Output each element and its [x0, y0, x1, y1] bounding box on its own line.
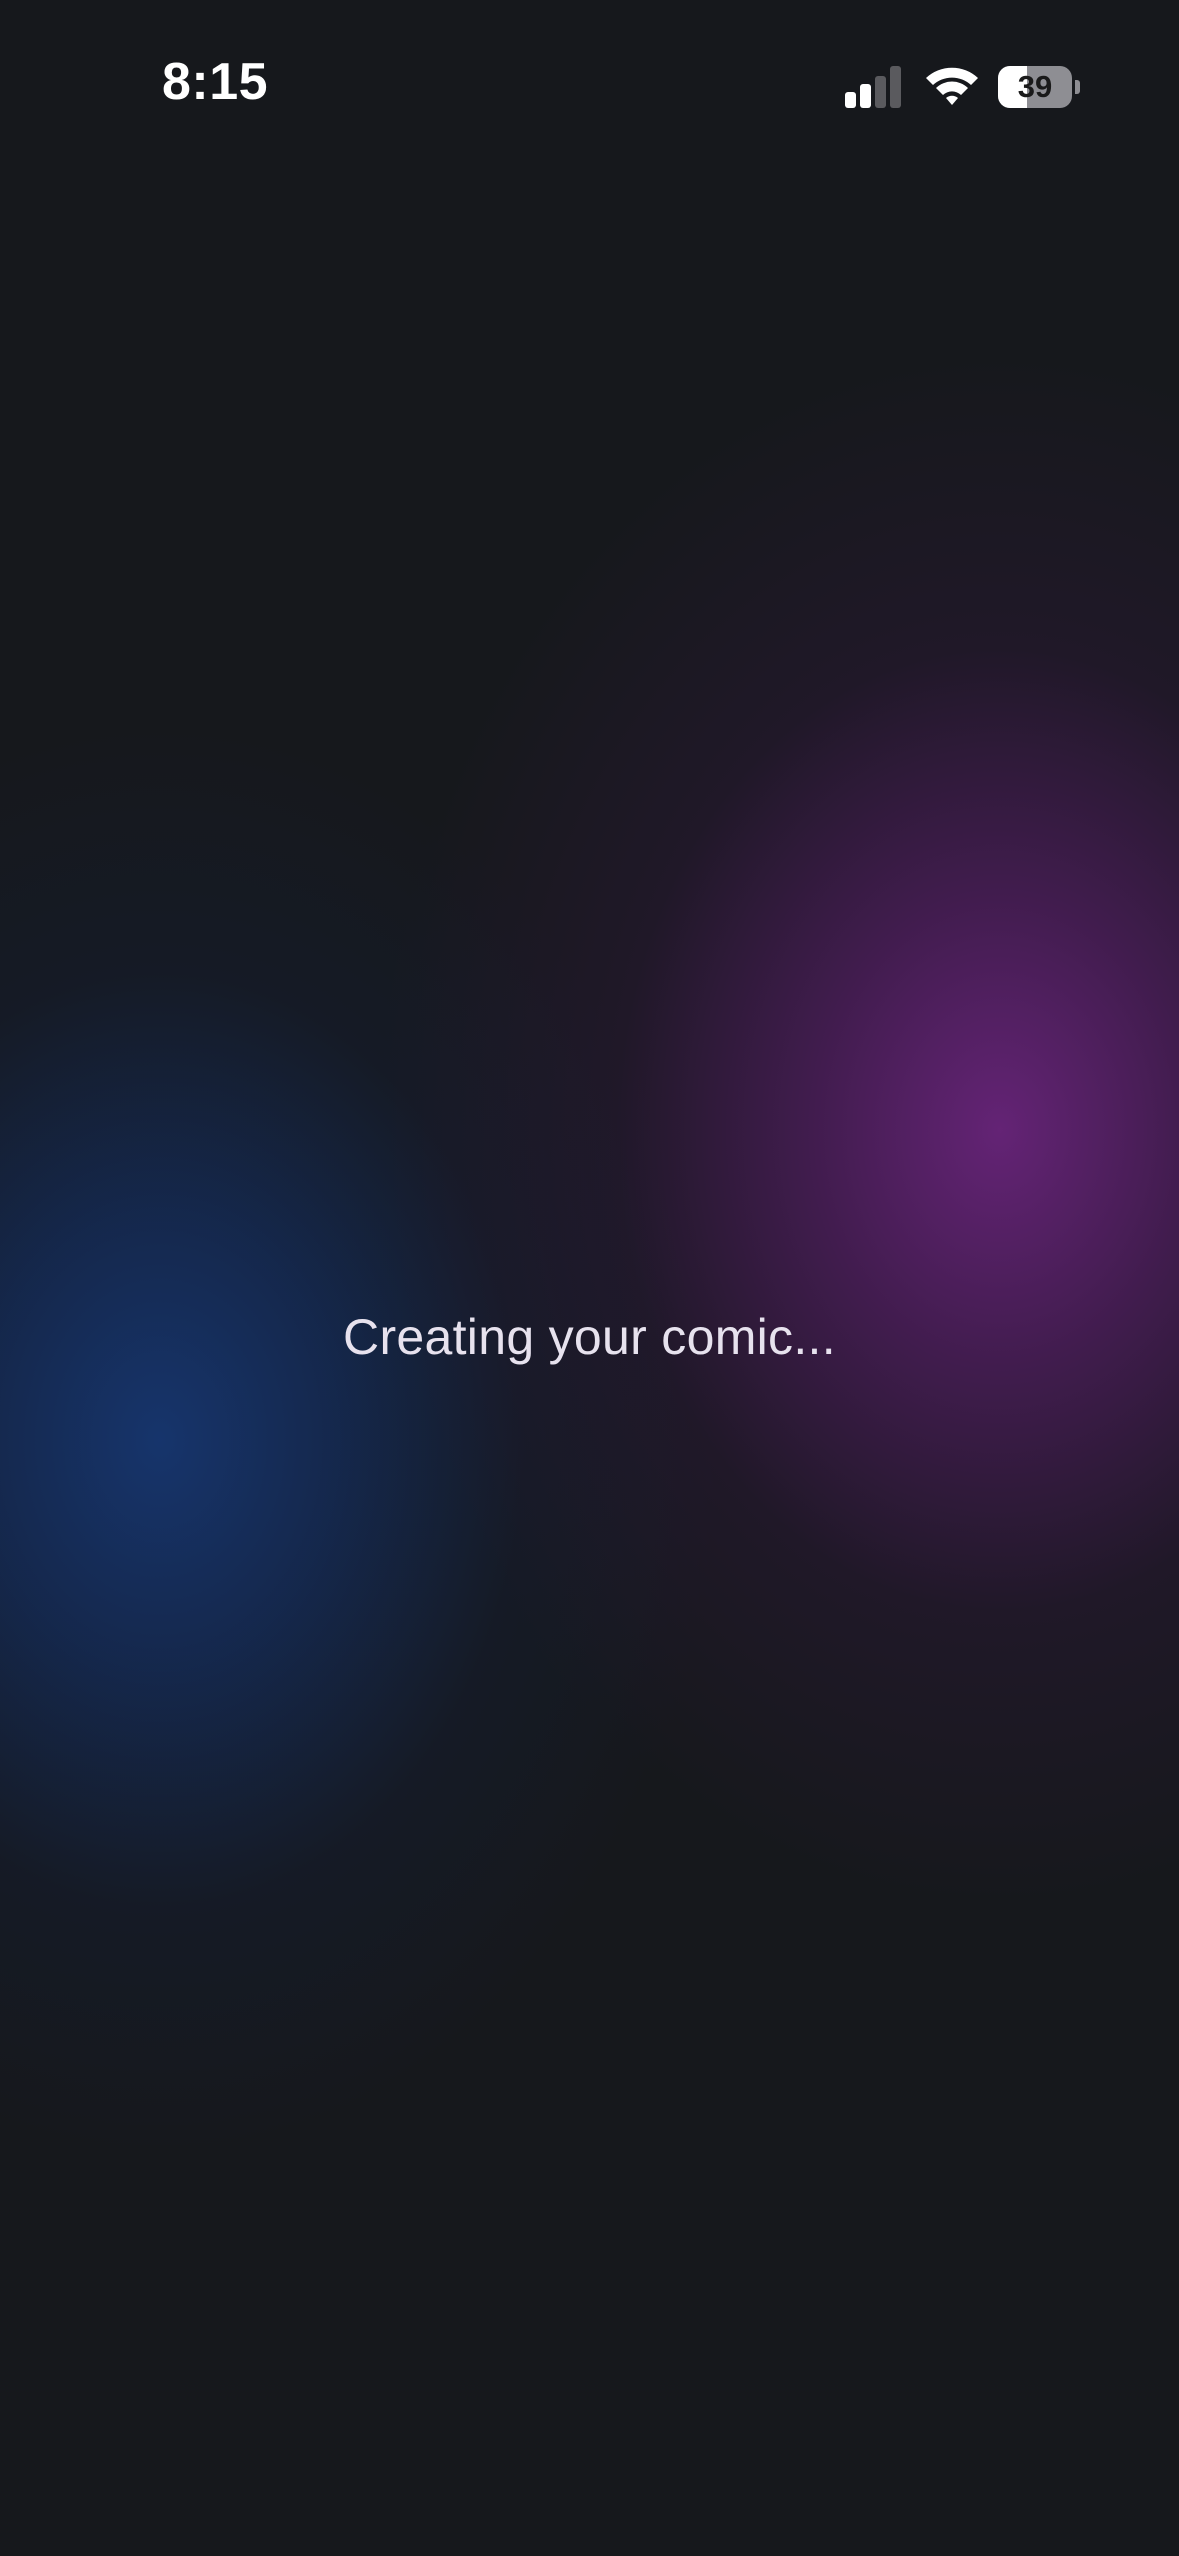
- battery-body: 39: [998, 66, 1072, 108]
- signal-bar: [890, 66, 901, 108]
- status-time: 8:15: [162, 53, 269, 111]
- signal-bar: [845, 92, 856, 108]
- signal-bar: [860, 84, 871, 108]
- loading-screen: 8:15 39 Creating your comic...: [0, 0, 1179, 2556]
- battery-percentage: 39: [1017, 69, 1053, 104]
- battery-icon: 39: [998, 66, 1080, 108]
- wifi-icon: [924, 64, 980, 108]
- signal-bar: [875, 76, 886, 108]
- battery-cap: [1075, 80, 1080, 94]
- cellular-signal-icon: [845, 66, 905, 108]
- status-bar: 8:15 39: [0, 0, 1179, 160]
- loading-message: Creating your comic...: [343, 1309, 836, 1365]
